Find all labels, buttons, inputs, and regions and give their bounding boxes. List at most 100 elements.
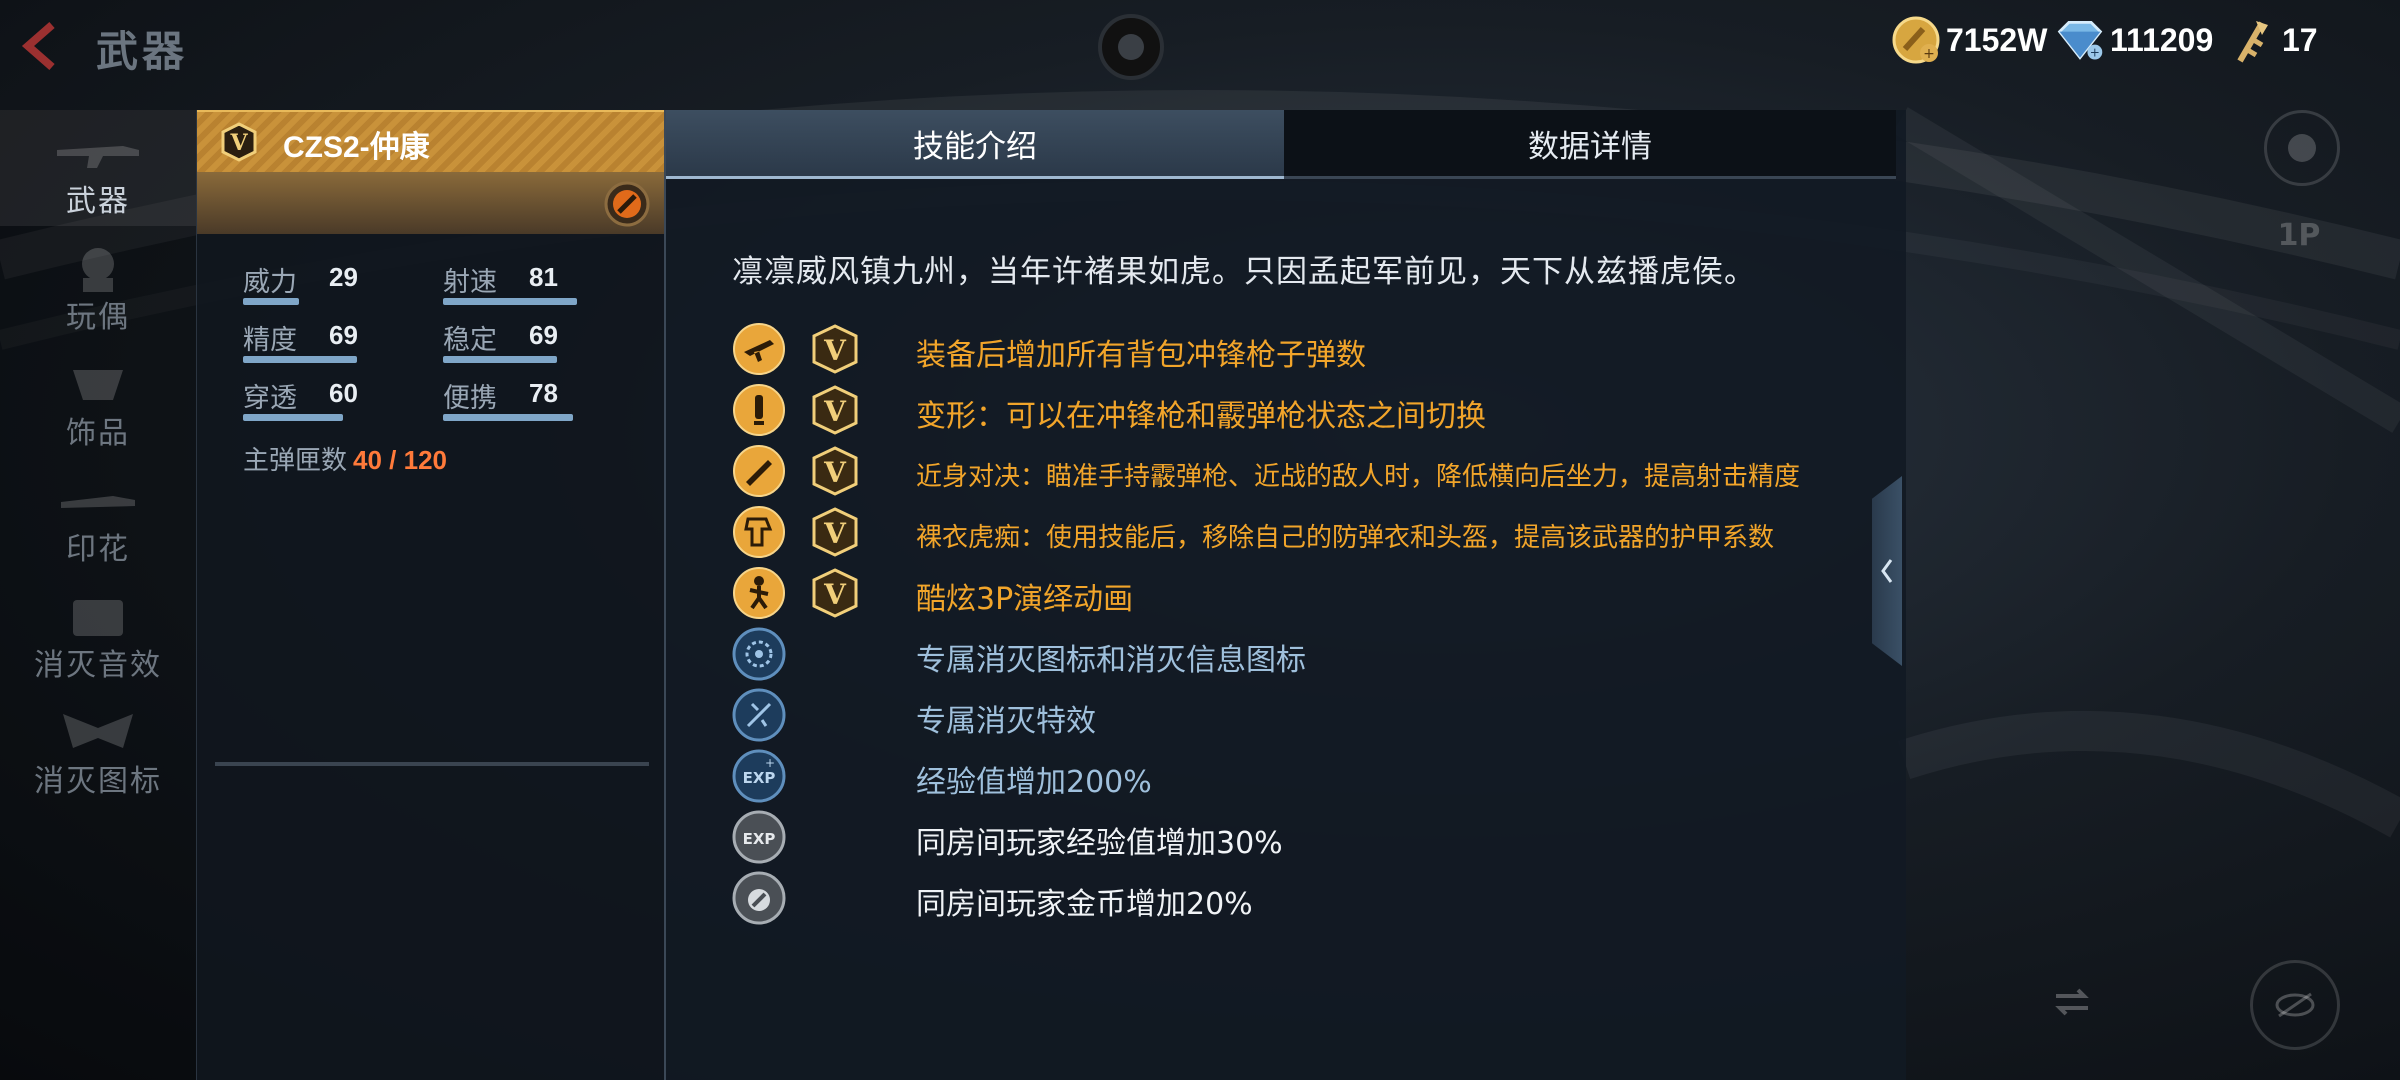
category-sidebar: 武器 玩偶 饰品 印花 消灭音效 消灭图标 bbox=[0, 110, 196, 1080]
gamepad-icon bbox=[2288, 134, 2316, 162]
vip-badge-icon: V bbox=[221, 122, 257, 162]
sidebar-item-label: 消灭音效 bbox=[34, 648, 162, 683]
kill-effect-icon bbox=[732, 688, 786, 742]
sidebar-item-label: 消灭图标 bbox=[34, 764, 162, 799]
swap-icon bbox=[2055, 988, 2089, 1016]
top-bar: 武器 + 7152W + 111209 17 bbox=[0, 0, 2400, 100]
sidebar-item-weapon[interactable]: 武器 bbox=[0, 110, 196, 226]
weapon-info-panel: V CZS2-仲康 威力 29 射速 81 精度 69 稳定 69 穿透 60 bbox=[196, 110, 665, 1080]
divider bbox=[215, 762, 649, 766]
sidebar-item-label: 玩偶 bbox=[66, 300, 130, 335]
key-amount: 17 bbox=[2282, 21, 2318, 58]
stat-stability: 稳定 69 bbox=[443, 318, 623, 363]
skill-row: V 装备后增加所有背包冲锋枪子弹数 bbox=[732, 320, 1892, 378]
weapon-name: CZS2-仲康 bbox=[283, 131, 430, 164]
collapse-panel-button[interactable] bbox=[1872, 476, 1902, 666]
svg-text:V: V bbox=[823, 578, 847, 611]
stat-bar bbox=[443, 414, 573, 421]
weapon-header: V CZS2-仲康 bbox=[197, 110, 665, 234]
svg-text:V: V bbox=[823, 456, 847, 489]
room-coin-icon bbox=[732, 871, 786, 925]
vip-badge-icon: V bbox=[812, 507, 858, 557]
weapon-description: 凛凛威风镇九州，当年许褚果如虎。只因孟起军前见，天下从兹播虎侯。 bbox=[732, 254, 1756, 290]
svg-text:+: + bbox=[2090, 46, 2100, 60]
camera-notch bbox=[1098, 14, 1164, 80]
ammo-icon bbox=[733, 384, 785, 436]
diamond-icon: + bbox=[2054, 14, 2106, 66]
stat-penetration: 穿透 60 bbox=[243, 376, 423, 421]
diamond-amount: 111209 bbox=[2110, 21, 2214, 58]
svg-text:EXP: EXP bbox=[743, 769, 776, 787]
skill-row: 专属消灭特效 bbox=[732, 686, 1892, 744]
svg-text:EXP: EXP bbox=[743, 830, 776, 848]
stat-accuracy: 精度 69 bbox=[243, 318, 423, 363]
rifle-icon bbox=[57, 146, 139, 168]
tab-bar: 技能介绍 数据详情 bbox=[666, 110, 1896, 179]
vip-badge-icon: V bbox=[812, 568, 858, 618]
vip-badge-icon: V bbox=[812, 385, 858, 435]
room-exp-icon: EXP bbox=[732, 810, 786, 864]
skill-row: V 近身对决：瞄准手持霰弹枪、近战的敌人时，降低横向后坐力，提高射击精度 bbox=[732, 442, 1892, 500]
stat-power: 威力 29 bbox=[243, 260, 423, 305]
vip-badge-icon: V bbox=[812, 446, 858, 496]
stat-portability: 便携 78 bbox=[443, 376, 623, 421]
svg-text:V: V bbox=[823, 517, 847, 550]
sidebar-item-accessory[interactable]: 饰品 bbox=[0, 342, 196, 458]
kill-icon-badge bbox=[732, 627, 786, 681]
ammo-label: 主弹匣数 bbox=[243, 446, 348, 476]
chevron-left-icon bbox=[1881, 559, 1893, 583]
stat-bar bbox=[243, 356, 357, 363]
stat-bar bbox=[243, 414, 343, 421]
stat-bar bbox=[443, 356, 557, 363]
svg-text:+: + bbox=[1923, 46, 1935, 62]
tab-skills[interactable]: 技能介绍 bbox=[666, 110, 1284, 179]
skill-row: 同房间玩家金币增加20% bbox=[732, 869, 1892, 927]
accessory-icon bbox=[73, 370, 123, 400]
gold-amount: 7152W bbox=[1946, 21, 2048, 58]
back-button[interactable] bbox=[10, 18, 70, 74]
skill-row: EXP + 经验值增加200% bbox=[732, 747, 1892, 805]
stat-bar bbox=[243, 298, 299, 305]
skill-row: 专属消灭图标和消灭信息图标 bbox=[732, 625, 1892, 683]
key-icon bbox=[2226, 14, 2278, 66]
key-currency[interactable]: 17 bbox=[2226, 12, 2318, 68]
doll-icon bbox=[82, 248, 114, 292]
sidebar-item-decal[interactable]: 印花 bbox=[0, 458, 196, 574]
sidebar-item-label: 武器 bbox=[66, 184, 130, 219]
sidebar-item-kill-sound[interactable]: 消灭音效 bbox=[0, 574, 196, 690]
svg-text:V: V bbox=[229, 130, 248, 156]
svg-text:+: + bbox=[765, 756, 775, 770]
diamond-currency[interactable]: + 111209 bbox=[2054, 12, 2213, 68]
skill-row: V 裸衣虎痴：使用技能后，移除自己的防弹衣和头盔，提高该武器的护甲系数 bbox=[732, 503, 1892, 561]
sidebar-item-label: 饰品 bbox=[66, 416, 130, 451]
chevron-left-icon bbox=[21, 21, 55, 71]
ammo-info: 主弹匣数 40 / 120 bbox=[243, 440, 447, 477]
dance-icon bbox=[733, 567, 785, 619]
decal-icon bbox=[61, 496, 135, 508]
page-title: 武器 bbox=[96, 27, 189, 76]
knife-icon bbox=[733, 445, 785, 497]
exp-icon: EXP+ bbox=[732, 749, 786, 803]
sidebar-item-label: 印花 bbox=[66, 532, 130, 567]
svg-text:V: V bbox=[823, 395, 847, 428]
sidebar-item-doll[interactable]: 玩偶 bbox=[0, 226, 196, 342]
stat-fire-rate: 射速 81 bbox=[443, 260, 623, 305]
sidebar-item-kill-icon[interactable]: 消灭图标 bbox=[0, 690, 196, 806]
stat-bar bbox=[443, 298, 577, 305]
eye-off-icon bbox=[2275, 992, 2315, 1018]
hide-eye-button[interactable] bbox=[2250, 960, 2340, 1050]
gold-currency[interactable]: + 7152W bbox=[1890, 12, 2047, 68]
svg-text:V: V bbox=[823, 334, 847, 367]
skill-row: V 变形：可以在冲锋枪和霰弹枪状态之间切换 bbox=[732, 381, 1892, 439]
vip-badge-icon: V bbox=[812, 324, 858, 374]
ammo-value: 40 / 120 bbox=[353, 445, 447, 475]
skill-panel: 技能介绍 数据详情 凛凛威风镇九州，当年许褚果如虎。只因孟起军前见，天下从兹播虎… bbox=[664, 110, 1906, 1080]
view-toggle-button[interactable]: 1P bbox=[2264, 200, 2334, 270]
gamepad-button[interactable] bbox=[2264, 110, 2340, 186]
kill-sound-icon bbox=[73, 600, 123, 636]
swap-button[interactable] bbox=[2030, 960, 2114, 1044]
armor-icon bbox=[733, 506, 785, 558]
tab-details[interactable]: 数据详情 bbox=[1284, 110, 1896, 179]
rifle-icon bbox=[733, 323, 785, 375]
weapon-type-icon bbox=[604, 181, 650, 227]
